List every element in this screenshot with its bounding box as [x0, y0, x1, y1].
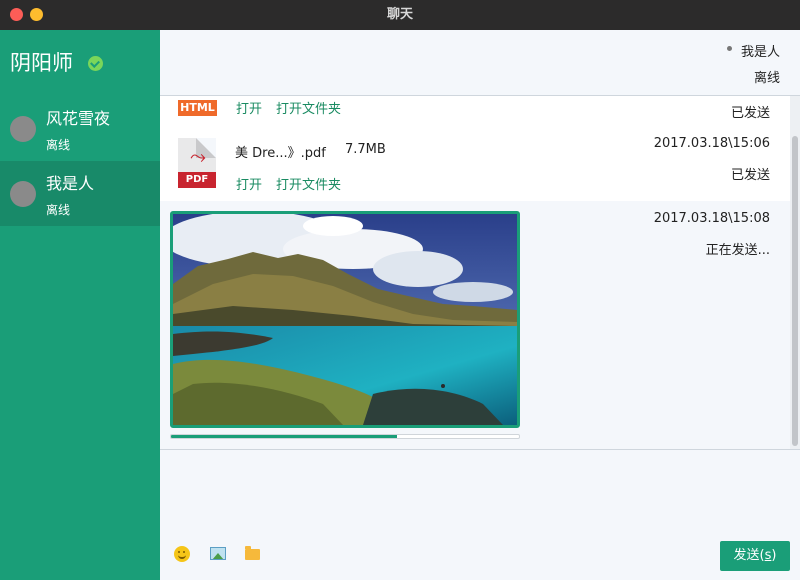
file-name: 美 Dre...》.pdf	[235, 146, 326, 161]
file-message: HTML 打开 打开文件夹 已发送	[160, 96, 790, 126]
online-check-icon	[88, 56, 103, 71]
contact-status: 离线	[46, 138, 71, 152]
html-file-icon: HTML	[178, 100, 217, 116]
open-folder-link[interactable]: 打开文件夹	[276, 98, 341, 117]
self-name: 阴阳师	[10, 51, 73, 75]
contact-item[interactable]: 风花雪夜 离线	[0, 96, 160, 161]
chat-partner-status: 离线	[753, 71, 780, 86]
message-scrollbar[interactable]	[790, 96, 800, 449]
message-state: 已发送	[730, 106, 770, 121]
sidebar: 阴阳师 风花雪夜 离线 我是人 离线	[0, 30, 160, 580]
message-composer: 发送(s)	[160, 449, 800, 580]
chat-partner-name: 我是人	[740, 45, 780, 60]
chat-panel: 我是人 离线 HTML 打开 打开文件夹 已发送 ⤳ PDF 美 Dre...》…	[160, 30, 800, 580]
message-state: 已发送	[730, 168, 770, 183]
upload-progress-fill	[171, 435, 398, 438]
message-list[interactable]: HTML 打开 打开文件夹 已发送 ⤳ PDF 美 Dre...》.pdf 7.…	[160, 96, 800, 449]
chat-header: 我是人 离线	[160, 30, 800, 96]
emoji-icon[interactable]	[174, 546, 190, 562]
avatar	[10, 116, 36, 142]
open-folder-link[interactable]: 打开文件夹	[276, 174, 341, 193]
message-state: 正在发送...	[705, 243, 770, 258]
open-file-link[interactable]: 打开	[236, 174, 262, 193]
image-message: 2017.03.18\15:08 正在发送...	[160, 201, 790, 449]
contact-name: 我是人	[46, 174, 95, 193]
image-icon[interactable]	[210, 547, 226, 560]
sent-image[interactable]	[170, 211, 520, 428]
upload-progress-bar	[170, 434, 520, 439]
contact-status: 离线	[46, 203, 71, 217]
contact-name: 风花雪夜	[46, 109, 111, 128]
self-profile: 阴阳师	[10, 48, 103, 78]
scrollbar-thumb[interactable]	[792, 136, 798, 446]
contact-item-active[interactable]: 我是人 离线	[0, 161, 160, 226]
file-size: 7.7MB	[345, 142, 386, 157]
status-dot-icon	[727, 46, 732, 51]
open-file-link[interactable]: 打开	[236, 98, 262, 117]
avatar	[10, 181, 36, 207]
pdf-file-icon: ⤳ PDF	[178, 138, 216, 188]
message-time: 2017.03.18\15:08	[653, 211, 770, 226]
send-button[interactable]: 发送(s)	[720, 541, 790, 571]
file-message: ⤳ PDF 美 Dre...》.pdf 7.7MB 打开 打开文件夹 2017.…	[160, 126, 790, 201]
message-time: 2017.03.18\15:06	[653, 136, 770, 151]
title-bar: 聊天	[0, 0, 800, 30]
folder-icon[interactable]	[245, 546, 260, 560]
window-title: 聊天	[386, 7, 413, 22]
